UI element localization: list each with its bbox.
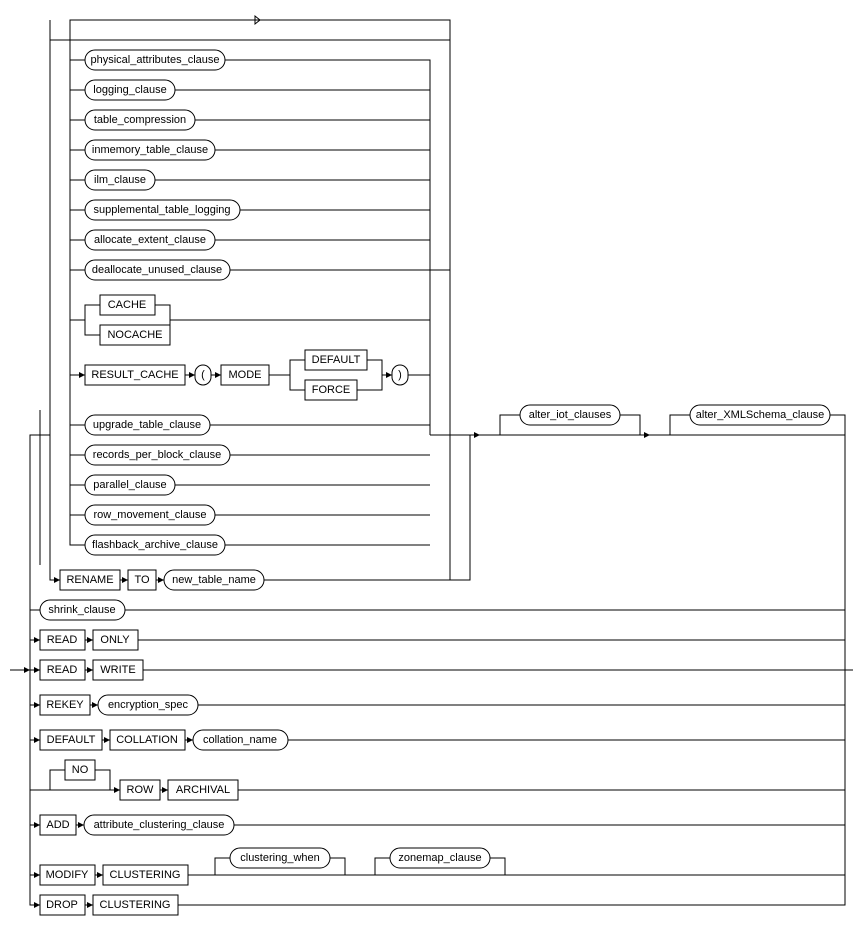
svg-text:DEFAULT: DEFAULT [312, 354, 361, 366]
svg-text:WRITE: WRITE [100, 664, 135, 676]
svg-text:CACHE: CACHE [108, 299, 147, 311]
svg-text:DROP: DROP [46, 899, 78, 911]
svg-text:COLLATION: COLLATION [116, 734, 178, 746]
svg-text:parallel_clause: parallel_clause [93, 479, 166, 491]
svg-text:row_movement_clause: row_movement_clause [93, 509, 206, 521]
svg-text:FORCE: FORCE [312, 384, 351, 396]
svg-text:CLUSTERING: CLUSTERING [110, 869, 181, 881]
svg-text:RESULT_CACHE: RESULT_CACHE [91, 369, 178, 381]
svg-text:(: ( [201, 369, 205, 381]
svg-text:zonemap_clause: zonemap_clause [398, 852, 481, 864]
svg-text:clustering_when: clustering_when [240, 852, 320, 864]
svg-text:DEFAULT: DEFAULT [47, 734, 96, 746]
svg-text:READ: READ [47, 664, 78, 676]
svg-text:new_table_name: new_table_name [172, 574, 256, 586]
svg-text:TO: TO [134, 574, 150, 586]
svg-text:): ) [398, 369, 402, 381]
svg-text:deallocate_unused_clause: deallocate_unused_clause [92, 264, 222, 276]
svg-text:logging_clause: logging_clause [93, 84, 166, 96]
svg-text:NO: NO [72, 764, 89, 776]
svg-text:alter_XMLSchema_clause: alter_XMLSchema_clause [696, 409, 824, 421]
svg-text:inmemory_table_clause: inmemory_table_clause [92, 144, 208, 156]
svg-text:MODE: MODE [229, 369, 262, 381]
svg-text:RENAME: RENAME [66, 574, 113, 586]
svg-text:REKEY: REKEY [46, 699, 84, 711]
svg-text:encryption_spec: encryption_spec [108, 699, 189, 711]
svg-text:table_compression: table_compression [94, 114, 186, 126]
svg-text:ADD: ADD [46, 819, 69, 831]
svg-text:physical_attributes_clause: physical_attributes_clause [90, 54, 219, 66]
svg-text:collation_name: collation_name [203, 734, 277, 746]
svg-text:alter_iot_clauses: alter_iot_clauses [529, 409, 612, 421]
svg-text:ARCHIVAL: ARCHIVAL [176, 784, 230, 796]
svg-text:allocate_extent_clause: allocate_extent_clause [94, 234, 206, 246]
svg-text:attribute_clustering_clause: attribute_clustering_clause [94, 819, 225, 831]
svg-text:CLUSTERING: CLUSTERING [100, 899, 171, 911]
svg-text:upgrade_table_clause: upgrade_table_clause [93, 419, 201, 431]
svg-text:ROW: ROW [127, 784, 155, 796]
svg-text:supplemental_table_logging: supplemental_table_logging [94, 204, 231, 216]
svg-text:ilm_clause: ilm_clause [94, 174, 146, 186]
svg-text:READ: READ [47, 634, 78, 646]
svg-text:MODIFY: MODIFY [46, 869, 89, 881]
svg-text:records_per_block_clause: records_per_block_clause [93, 449, 221, 461]
svg-text:NOCACHE: NOCACHE [107, 329, 162, 341]
svg-text:ONLY: ONLY [100, 634, 130, 646]
svg-text:flashback_archive_clause: flashback_archive_clause [92, 539, 218, 551]
svg-text:shrink_clause: shrink_clause [48, 604, 115, 616]
